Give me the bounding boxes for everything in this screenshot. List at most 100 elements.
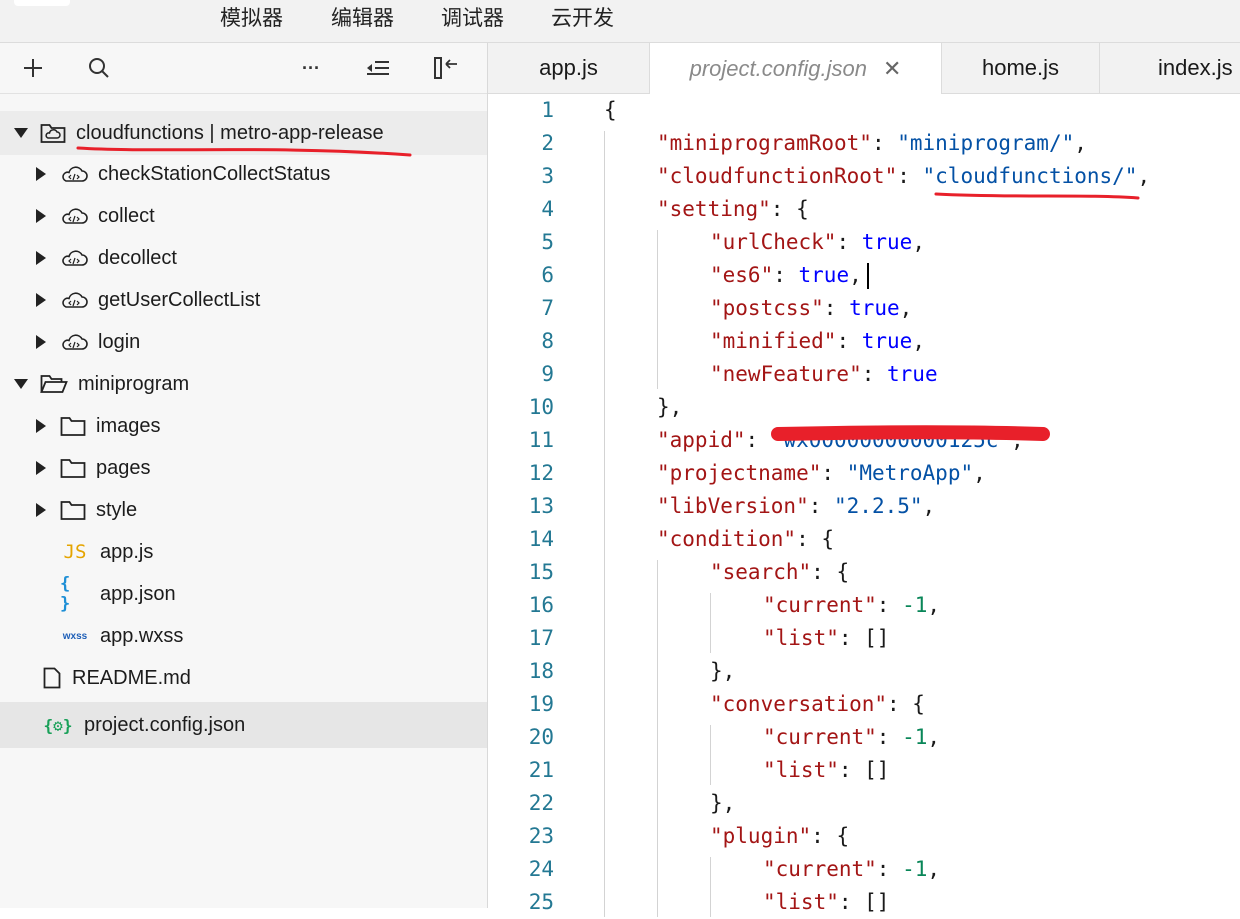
tab-index-js[interactable]: index.js xyxy=(1100,43,1240,93)
tree-item-miniprogram[interactable]: miniprogram xyxy=(0,363,487,405)
code-line[interactable]: 4 "setting": { xyxy=(488,193,1240,226)
punctuation: : { xyxy=(887,692,925,716)
line-number: 1 xyxy=(541,98,554,122)
tree-item-images[interactable]: images xyxy=(0,405,487,447)
tree-item-style[interactable]: style xyxy=(0,489,487,531)
line-number: 6 xyxy=(541,263,554,287)
json-key: "current" xyxy=(763,725,877,749)
folder-icon xyxy=(60,415,86,437)
tree-item-collect[interactable]: collect xyxy=(0,195,487,237)
code-line[interactable]: 23 "plugin": { xyxy=(488,820,1240,853)
tree-item-app-wxss[interactable]: wxss app.wxss xyxy=(0,615,487,657)
punctuation: : xyxy=(876,857,903,881)
code-line[interactable]: 18}, xyxy=(488,655,1240,688)
chevron-right-icon[interactable] xyxy=(34,209,48,223)
menu-editor[interactable]: 编辑器 xyxy=(331,2,394,32)
code-line[interactable]: 1{ xyxy=(488,94,1240,127)
menu-debugger[interactable]: 调试器 xyxy=(441,2,504,32)
tree-item-login[interactable]: login xyxy=(0,321,487,363)
code-line[interactable]: 7 "postcss": true, xyxy=(488,292,1240,325)
code-text: "setting": { xyxy=(657,193,809,226)
code-text: "cloudfunctionRoot": "cloudfunctions/", xyxy=(657,160,1150,193)
chevron-right-icon[interactable] xyxy=(34,167,48,181)
code-text: "plugin": { xyxy=(710,820,849,853)
json-bool: true xyxy=(798,263,850,287)
tree-item-readme[interactable]: README.md xyxy=(0,657,487,699)
chevron-right-icon[interactable] xyxy=(34,335,48,349)
tab-home-js[interactable]: home.js xyxy=(942,43,1100,93)
code-line[interactable]: 5 "urlCheck": true, xyxy=(488,226,1240,259)
code-line[interactable]: 14 "condition": { xyxy=(488,523,1240,556)
tree-item-app-js[interactable]: JS app.js xyxy=(0,531,487,573)
code-line[interactable]: 17 "list": [] xyxy=(488,622,1240,655)
code-line[interactable]: 6 "es6": true, xyxy=(488,259,1240,292)
punctuation: : [] xyxy=(838,626,890,650)
more-button[interactable]: ··· xyxy=(298,53,324,83)
punctuation: : xyxy=(861,362,888,386)
code-line[interactable]: 16 "current": -1, xyxy=(488,589,1240,622)
code-line[interactable]: 2 "miniprogramRoot": "miniprogram/", xyxy=(488,127,1240,160)
punctuation: , xyxy=(899,296,913,320)
app-logo[interactable] xyxy=(14,0,70,6)
code-line[interactable]: 22}, xyxy=(488,787,1240,820)
code-line[interactable]: 13 "libVersion": "2.2.5", xyxy=(488,490,1240,523)
punctuation: { xyxy=(604,98,617,122)
code-line[interactable]: 25 "list": [] xyxy=(488,886,1240,919)
add-button[interactable] xyxy=(20,53,46,83)
code-text: "condition": { xyxy=(657,523,834,556)
code-text: "minified": true, xyxy=(710,325,925,358)
chevron-down-icon[interactable] xyxy=(14,128,28,138)
tree-item-project-config[interactable]: {⚙} project.config.json xyxy=(0,702,487,748)
code-text: "es6": true, xyxy=(710,259,862,292)
punctuation: , xyxy=(912,329,925,353)
code-line[interactable]: 19 "conversation": { xyxy=(488,688,1240,721)
code-text: "current": -1, xyxy=(763,589,940,622)
file-icon xyxy=(42,667,62,689)
code-editor[interactable]: 1{2 "miniprogramRoot": "miniprogram/", 3 "c… xyxy=(488,94,1240,917)
chevron-right-icon[interactable] xyxy=(34,503,48,517)
code-line[interactable]: 21 "list": [] xyxy=(488,754,1240,787)
folder-icon xyxy=(60,499,86,521)
punctuation: }, xyxy=(657,395,683,419)
outline-button[interactable] xyxy=(364,53,392,83)
chevron-right-icon[interactable] xyxy=(34,293,48,307)
tab-project-config[interactable]: project.config.json ✕ xyxy=(650,43,942,94)
punctuation: }, xyxy=(710,791,736,815)
chevron-down-icon[interactable] xyxy=(14,379,28,389)
chevron-right-icon[interactable] xyxy=(34,461,48,475)
code-line[interactable]: 10}, xyxy=(488,391,1240,424)
menu-cloud-dev[interactable]: 云开发 xyxy=(551,2,614,32)
line-number: 11 xyxy=(528,428,554,452)
code-line[interactable]: 3 "cloudfunctionRoot": "cloudfunctions/", xyxy=(488,160,1240,193)
tab-label: app.js xyxy=(539,55,598,80)
json-number: -1 xyxy=(902,725,928,749)
code-line[interactable]: 24 "current": -1, xyxy=(488,853,1240,886)
menu-simulator[interactable]: 模拟器 xyxy=(220,2,283,32)
tree-item-app-json[interactable]: { } app.json xyxy=(0,573,487,615)
tree-item-decollect[interactable]: decollect xyxy=(0,237,487,279)
search-button[interactable] xyxy=(86,53,112,83)
tree-item-getusercollectlist[interactable]: getUserCollectList xyxy=(0,279,487,321)
code-text: }, xyxy=(710,787,735,820)
tab-app-js[interactable]: app.js xyxy=(488,43,650,93)
code-line[interactable]: 11 "appid": "wx00000000000125c", xyxy=(488,424,1240,457)
code-line[interactable]: 9 "newFeature": true xyxy=(488,358,1240,391)
indent-icon xyxy=(367,61,389,75)
tree-item-label: app.json xyxy=(100,582,176,605)
close-icon[interactable]: ✕ xyxy=(883,56,901,82)
code-text: "miniprogramRoot": "miniprogram/", xyxy=(657,127,1087,160)
code-line[interactable]: 8 "minified": true, xyxy=(488,325,1240,358)
code-line[interactable]: 12 "projectname": "MetroApp", xyxy=(488,457,1240,490)
cloud-function-icon xyxy=(60,290,88,310)
line-number: 17 xyxy=(528,626,554,650)
tree-item-pages[interactable]: pages xyxy=(0,447,487,489)
punctuation: : [] xyxy=(838,758,890,782)
code-line[interactable]: 20 "current": -1, xyxy=(488,721,1240,754)
chevron-right-icon[interactable] xyxy=(34,419,48,433)
chevron-right-icon[interactable] xyxy=(34,251,48,265)
js-file-icon: JS xyxy=(63,541,87,563)
collapse-panel-button[interactable] xyxy=(432,53,460,83)
code-line[interactable]: 15 "search": { xyxy=(488,556,1240,589)
explorer-toolbar: ··· xyxy=(0,43,487,94)
json-key: "projectname" xyxy=(657,461,822,485)
